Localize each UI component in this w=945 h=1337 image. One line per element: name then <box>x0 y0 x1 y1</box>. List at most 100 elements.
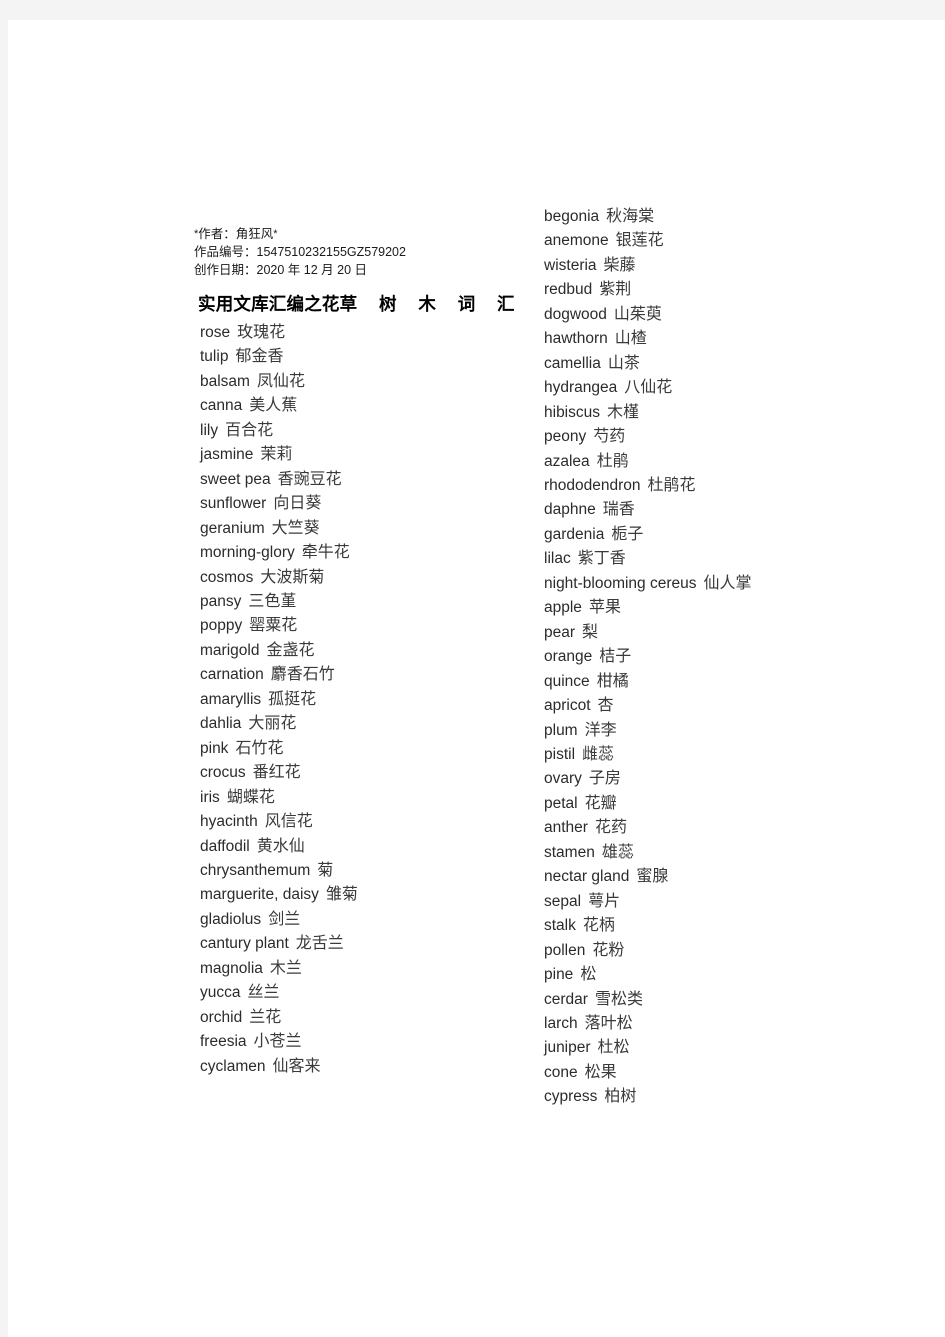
entry-chinese: 花粉 <box>592 941 625 959</box>
entry-chinese: 木槿 <box>607 403 640 421</box>
entry-chinese: 石竹花 <box>235 739 284 757</box>
entry-english: daffodil <box>200 837 250 855</box>
entry-english: ovary <box>544 770 582 788</box>
vocabulary-column-right: begonia 秋海棠 anemone 银莲花 wisteria 柴藤 redbud 紫荆 do… <box>544 205 904 1110</box>
vocabulary-entry: hydrangea 八仙花 <box>544 376 904 400</box>
entry-chinese: 雌蕊 <box>582 745 615 763</box>
vocabulary-entry: apricot 杏 <box>544 694 904 718</box>
entry-chinese: 柑橘 <box>596 672 629 690</box>
vocabulary-entry: sepal 萼片 <box>544 890 904 914</box>
entry-english: stamen <box>544 843 595 861</box>
entry-english: pollen <box>544 941 586 959</box>
entry-chinese: 芍药 <box>593 428 626 446</box>
entry-chinese: 柴藤 <box>603 256 636 274</box>
entry-chinese: 麝香石竹 <box>270 666 335 684</box>
vocabulary-entry: tulip 郁金香 <box>200 345 530 369</box>
entry-chinese: 孤挺花 <box>268 690 317 708</box>
entry-english: cone <box>544 1063 578 1081</box>
vocabulary-entry: sweet pea 香豌豆花 <box>200 468 530 492</box>
vocabulary-entry: pear 梨 <box>544 621 904 645</box>
entry-english: wisteria <box>544 256 597 274</box>
vocabulary-entry: sunflower 向日葵 <box>200 492 530 516</box>
entry-english: carnation <box>200 666 264 684</box>
entry-english: pear <box>544 623 576 641</box>
entry-english: balsam <box>200 372 250 390</box>
vocabulary-entry: carnation 麝香石竹 <box>200 663 530 687</box>
entry-chinese: 仙客来 <box>272 1057 321 1075</box>
entry-chinese: 杜松 <box>597 1039 630 1057</box>
entry-chinese: 柏树 <box>604 1088 637 1106</box>
entry-chinese: 兰花 <box>249 1008 282 1026</box>
entry-english: orange <box>544 648 593 666</box>
vocabulary-entry: cantury plant 龙舌兰 <box>200 932 530 956</box>
entry-english: begonia <box>544 208 600 225</box>
entry-english: night-blooming cereus <box>544 574 697 592</box>
vocabulary-entry: poppy 罂粟花 <box>200 614 530 638</box>
vocabulary-entry: marigold 金盏花 <box>200 639 530 663</box>
entry-chinese: 风信花 <box>264 813 313 831</box>
entry-english: hibiscus <box>544 403 600 421</box>
vocabulary-entry: lily 百合花 <box>200 419 530 443</box>
vocabulary-entry: morning-glory 牵牛花 <box>200 541 530 565</box>
entry-chinese: 松 <box>580 966 597 984</box>
entry-english: pistil <box>544 745 576 763</box>
vocabulary-entry: cosmos 大波斯菊 <box>200 566 530 590</box>
entry-chinese: 栀子 <box>611 525 644 543</box>
entry-english: rhododendron <box>544 476 641 494</box>
entry-chinese: 茉莉 <box>260 446 293 464</box>
entry-chinese: 木兰 <box>269 959 302 977</box>
vocabulary-entry: juniper 杜松 <box>544 1036 904 1060</box>
entry-chinese: 杏 <box>597 697 614 715</box>
vocabulary-entry: iris 蝴蝶花 <box>200 786 530 810</box>
entry-chinese: 菊 <box>317 861 334 879</box>
vocabulary-entry: stamen 雄蕊 <box>544 841 904 865</box>
vocabulary-entry: lilac 紫丁香 <box>544 547 904 571</box>
vocabulary-column-left: rose 玫瑰花 tulip 郁金香 balsam 凤仙花 canna 美人蕉 lily 百合花 j… <box>200 205 530 1079</box>
entry-chinese: 苹果 <box>588 599 621 617</box>
entry-chinese: 郁金香 <box>235 348 284 366</box>
entry-english: sepal <box>544 892 582 910</box>
entry-english: azalea <box>544 452 590 470</box>
vocabulary-entry: orange 桔子 <box>544 645 904 669</box>
vocabulary-entry: stalk 花柄 <box>544 914 904 938</box>
entry-english: gladiolus <box>200 910 262 928</box>
entry-english: lilac <box>544 550 571 568</box>
entry-chinese: 紫丁香 <box>577 550 626 568</box>
vocabulary-entry: pine 松 <box>544 963 904 987</box>
entry-english: sweet pea <box>200 470 271 488</box>
entry-english: marguerite, daisy <box>200 886 319 904</box>
entry-english: redbud <box>544 281 593 299</box>
entry-english: dogwood <box>544 305 607 323</box>
entry-chinese: 梨 <box>582 623 599 641</box>
entry-english: yucca <box>200 984 241 1002</box>
entry-chinese: 杜鹃花 <box>647 476 696 494</box>
entry-chinese: 桔子 <box>599 648 632 666</box>
vocabulary-entry: redbud 紫荆 <box>544 278 904 302</box>
vocabulary-entry: marguerite, daisy 雏菊 <box>200 883 530 907</box>
entry-english: lily <box>200 421 219 439</box>
entry-chinese: 罂粟花 <box>249 617 298 635</box>
entry-english: jasmine <box>200 446 254 464</box>
entry-chinese: 雏菊 <box>325 886 358 904</box>
entry-chinese: 紫荆 <box>599 281 632 299</box>
entry-chinese: 洋李 <box>584 721 617 739</box>
entry-chinese: 银莲花 <box>615 232 664 250</box>
entry-chinese: 大丽花 <box>248 715 297 733</box>
entry-chinese: 秋海棠 <box>606 208 655 225</box>
entry-chinese: 山楂 <box>614 330 647 348</box>
entry-chinese: 黄水仙 <box>256 837 305 855</box>
vocabulary-entry: camellia 山茶 <box>544 352 904 376</box>
entry-chinese: 龙舌兰 <box>295 935 344 953</box>
entry-english: cerdar <box>544 990 588 1008</box>
entry-english: magnolia <box>200 959 263 977</box>
vocabulary-entry: azalea 杜鹃 <box>544 450 904 474</box>
vocabulary-entry: cone 松果 <box>544 1061 904 1085</box>
vocabulary-entry: gladiolus 剑兰 <box>200 908 530 932</box>
entry-chinese: 松果 <box>584 1063 617 1081</box>
vocabulary-entry: daffodil 黄水仙 <box>200 835 530 859</box>
entry-english: pansy <box>200 592 242 610</box>
entry-english: daphne <box>544 501 596 519</box>
entry-english: cosmos <box>200 568 254 586</box>
vocabulary-entry: larch 落叶松 <box>544 1012 904 1036</box>
entry-english: sunflower <box>200 495 267 513</box>
